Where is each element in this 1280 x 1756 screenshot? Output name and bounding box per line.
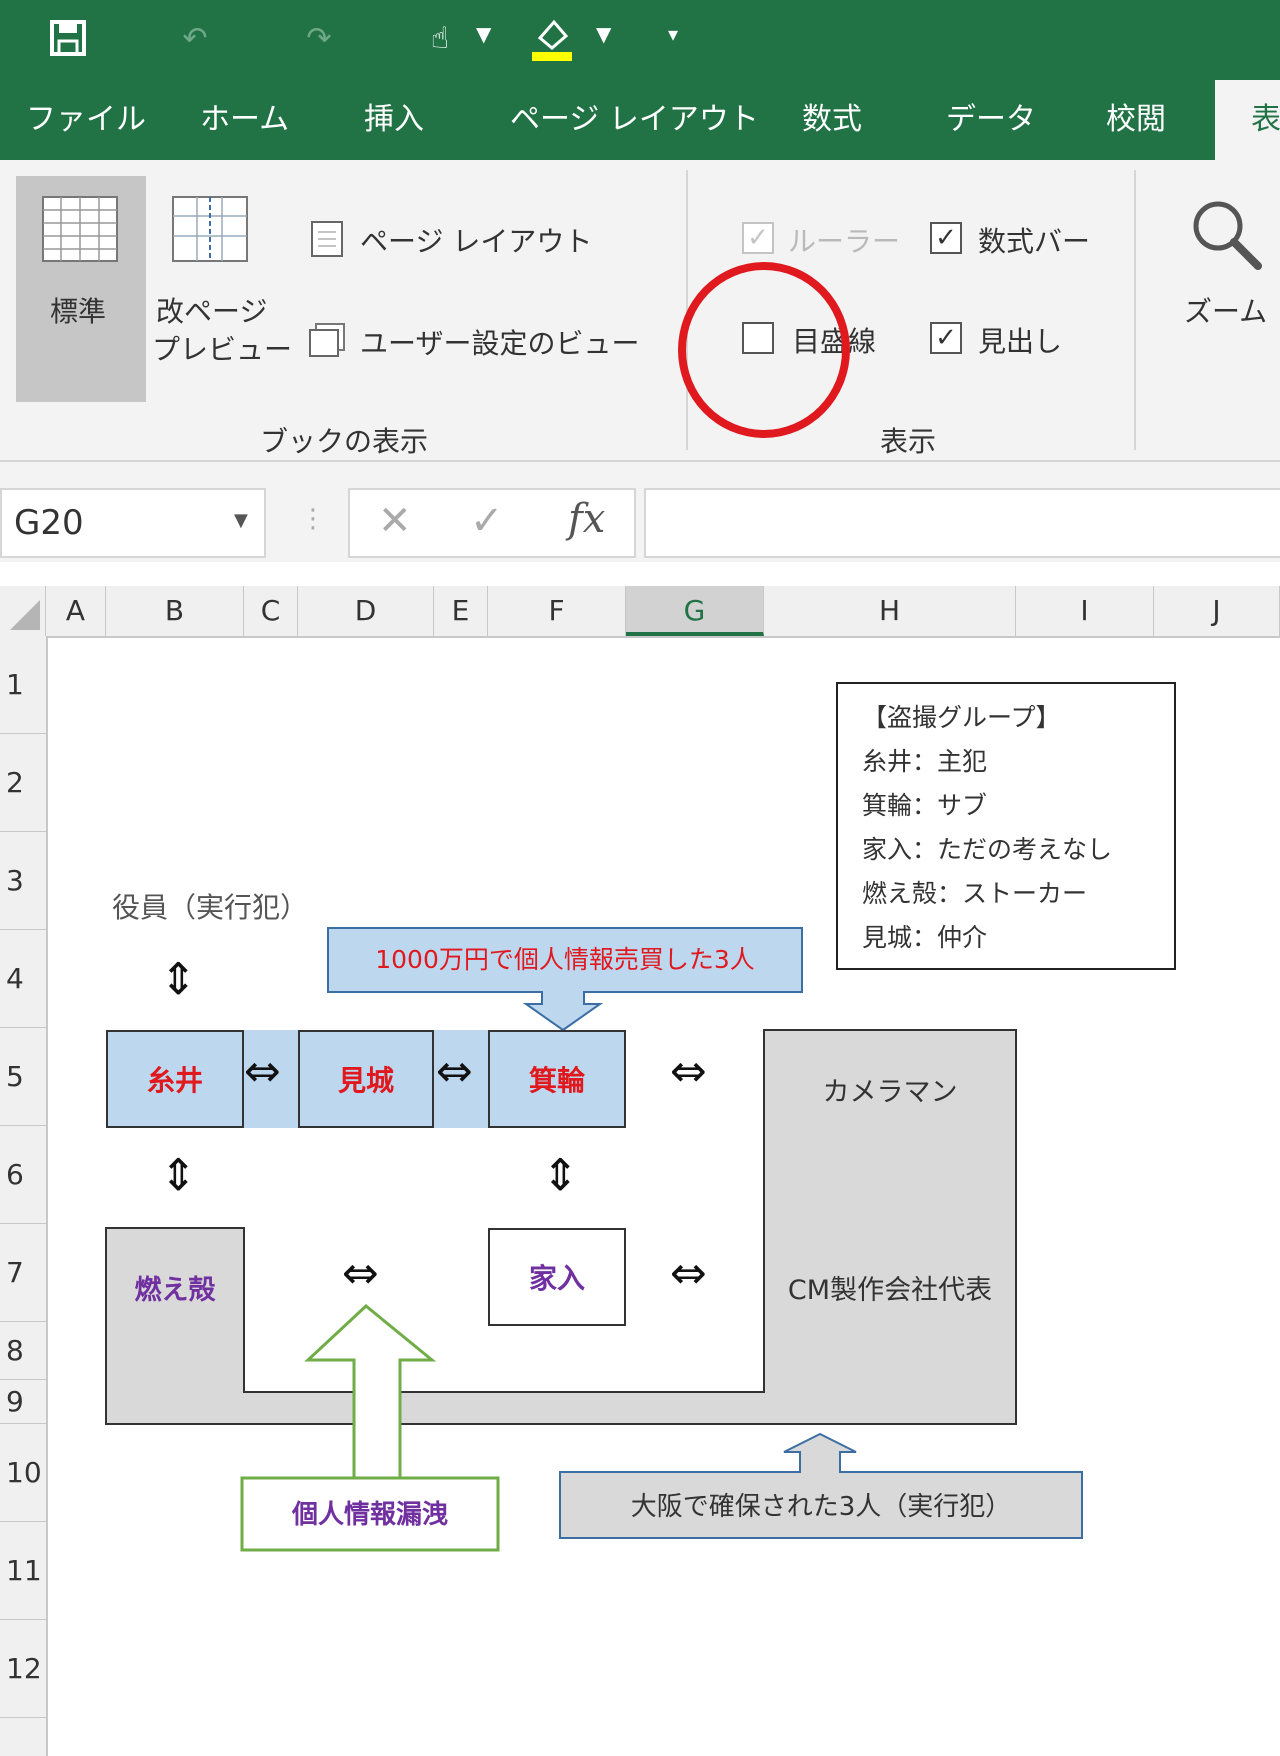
vertical-arrow-icon: ⇕ xyxy=(542,1150,579,1201)
legend-item: 見城：仲介 xyxy=(862,923,988,952)
legend-title: 【盗撮グループ】 xyxy=(862,703,1061,732)
node-minowa: 箕輪 xyxy=(488,1030,626,1128)
legend-item: 燃え殻：ストーカー xyxy=(862,879,1088,908)
node-cm-rep: CM製作会社代表 xyxy=(787,1275,993,1306)
osaka-label: 大阪で確保された3人（実行犯） xyxy=(630,1492,1012,1522)
node-cameraman: カメラマン xyxy=(822,1077,958,1108)
executives-label: 役員（実行犯） xyxy=(112,891,309,924)
legend-item: 糸井：主犯 xyxy=(862,747,988,776)
bidirectional-arrow-icon: ⇔ xyxy=(436,1046,473,1097)
node-mishiro: 見城 xyxy=(298,1030,434,1128)
leak-label: 個人情報漏洩 xyxy=(291,1500,448,1530)
node-itoi: 糸井 xyxy=(106,1030,244,1128)
node-moegara: 燃え殻 xyxy=(134,1275,216,1306)
bidirectional-arrow-icon: ⇔ xyxy=(670,1248,707,1299)
legend-item: 家入：ただの考えなし xyxy=(862,835,1113,864)
bidirectional-arrow-icon: ⇔ xyxy=(342,1248,379,1299)
bidirectional-arrow-icon: ⇔ xyxy=(670,1046,707,1097)
vertical-arrow-icon: ⇕ xyxy=(160,1150,197,1201)
callout-top-label: 1000万円で個人情報売買した3人 xyxy=(375,945,755,974)
legend-item: 箕輪：サブ xyxy=(862,791,988,820)
vertical-arrow-icon: ⇕ xyxy=(160,954,197,1005)
bidirectional-arrow-icon: ⇔ xyxy=(244,1046,281,1097)
node-iein: 家入 xyxy=(488,1228,626,1326)
